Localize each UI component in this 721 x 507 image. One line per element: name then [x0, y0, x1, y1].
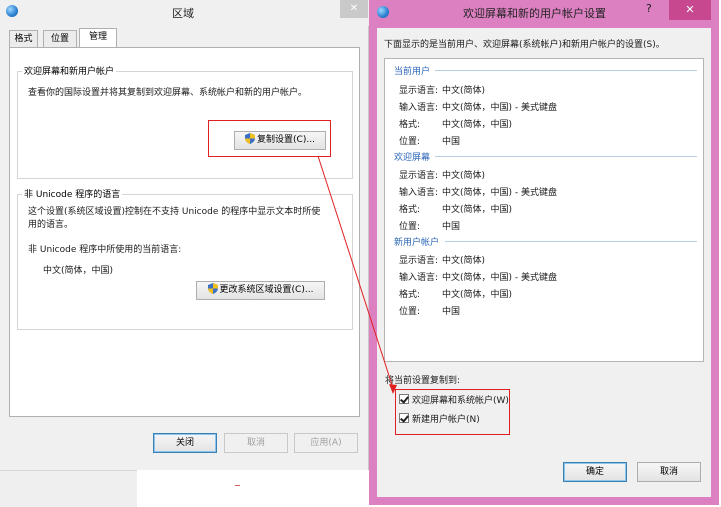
annotation-arrow: [317, 155, 397, 394]
